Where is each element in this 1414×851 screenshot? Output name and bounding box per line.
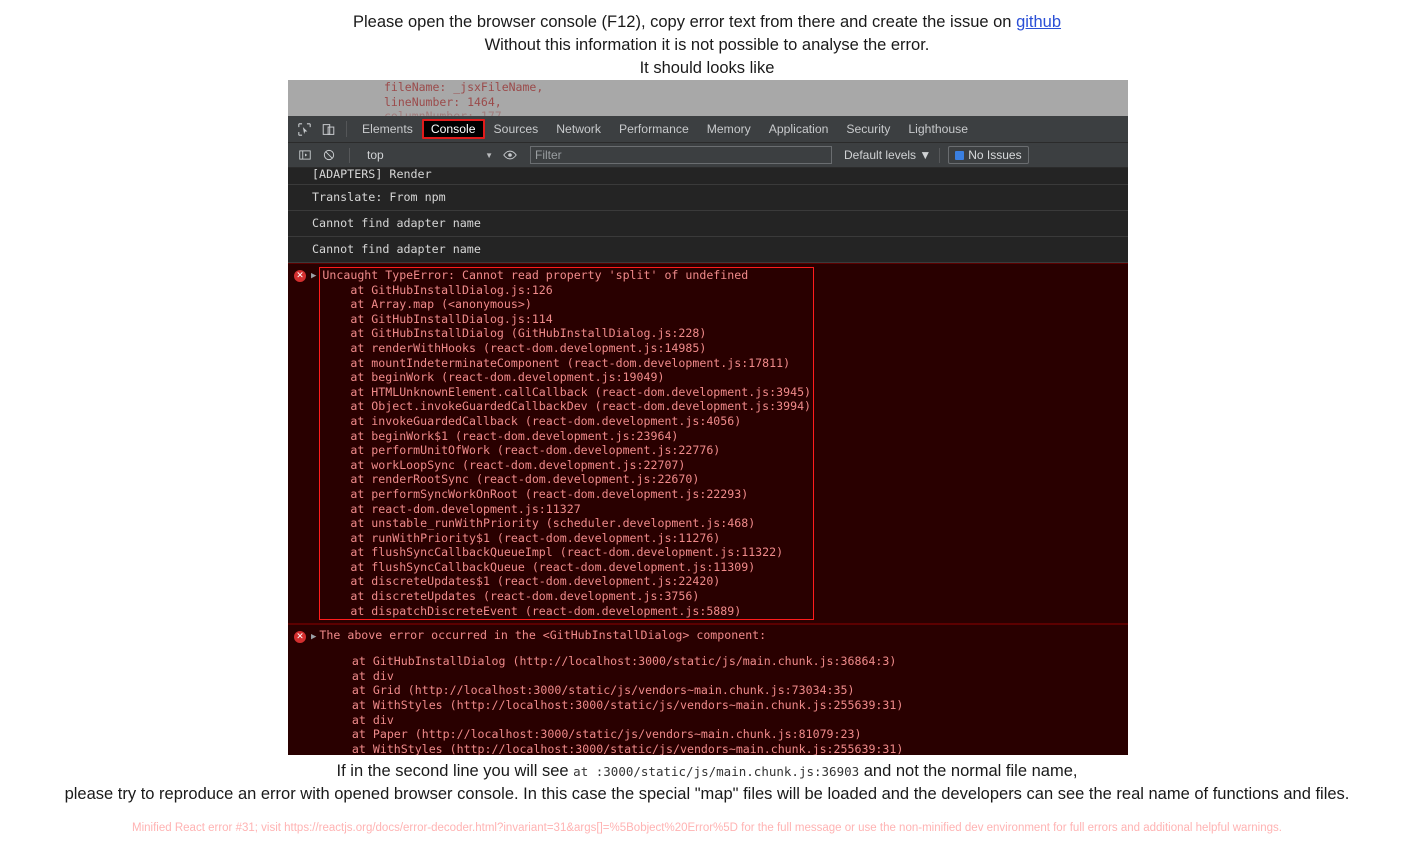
console-error-group[interactable]: ✕ ▶ Uncaught TypeError: Cannot read prop…: [288, 263, 1128, 625]
device-toolbar-icon[interactable]: [316, 118, 340, 140]
error-stack-line: at Array.map (<anonymous>): [322, 297, 532, 312]
code-line-1: fileName: _jsxFileName,: [384, 80, 544, 94]
error-stack-line[interactable]: at GitHubInstallDialog.js:114: [322, 312, 811, 327]
error-stack-line[interactable]: at react-dom.development.js:11327: [322, 502, 811, 517]
error-stack-line[interactable]: at invokeGuardedCallback (react-dom.deve…: [322, 414, 811, 429]
filter-input[interactable]: [530, 146, 832, 164]
chevron-down-icon: ▼: [485, 150, 493, 160]
tab-sources[interactable]: Sources: [485, 119, 548, 139]
tab-application[interactable]: Application: [760, 119, 838, 139]
error-stack-line[interactable]: at runWithPriority$1 (react-dom.developm…: [322, 531, 811, 546]
error-stack-line[interactable]: at Grid (http://localhost:3000/static/js…: [324, 683, 1128, 698]
tab-memory[interactable]: Memory: [698, 119, 760, 139]
error-stack: at GitHubInstallDialog (http://localhost…: [288, 646, 1128, 755]
issues-icon: [955, 150, 965, 160]
error-stack-line[interactable]: at WithStyles (http://localhost:3000/sta…: [324, 742, 1128, 755]
error-icon: ✕: [294, 270, 306, 282]
intro-line-1-text: Please open the browser console (F12), c…: [352, 13, 1017, 31]
console-filter-bar: top ▼ Default levels ▼ No Issues: [288, 143, 1128, 168]
error-stack-line[interactable]: at workLoopSync (react-dom.development.j…: [322, 458, 811, 473]
error-stack-line[interactable]: at GitHubInstallDialog (http://localhost…: [324, 654, 1128, 669]
outro-line-2: please try to reproduce an error with op…: [64, 785, 1350, 803]
outro-text: If in the second line you will see at :3…: [0, 760, 1414, 806]
error-stack-line[interactable]: at beginWork$1 (react-dom.development.js…: [322, 429, 811, 444]
error-stack-line[interactable]: at performSyncWorkOnRoot (react-dom.deve…: [322, 487, 811, 502]
outro-line-1-prefix: If in the second line you will see: [336, 762, 574, 780]
outro-line-1-code: at :3000/static/js/main.chunk.js:36903: [573, 764, 860, 779]
execution-context-value: top: [367, 148, 384, 162]
disclosure-triangle-icon[interactable]: ▶: [311, 267, 316, 285]
error-stack-line[interactable]: at unstable_runWithPriority (scheduler.d…: [322, 516, 811, 531]
tab-security[interactable]: Security: [837, 119, 899, 139]
error-stack-line[interactable]: at discreteUpdates (react-dom.developmen…: [322, 589, 811, 604]
github-link[interactable]: github: [1016, 13, 1061, 31]
issues-badge[interactable]: No Issues: [948, 146, 1029, 164]
outro-line-1: If in the second line you will see at :3…: [0, 760, 1414, 783]
intro-line-3: It should looks like: [639, 59, 775, 77]
tab-performance[interactable]: Performance: [610, 119, 698, 139]
error-stack-line[interactable]: at flushSyncCallbackQueue (react-dom.dev…: [322, 560, 811, 575]
filterbar-divider-1: [349, 147, 350, 163]
console-sidebar-toggle-icon[interactable]: [293, 144, 317, 166]
error-stack-line[interactable]: at HTMLUnknownElement.callCallback (reac…: [322, 385, 811, 400]
error-title: Uncaught TypeError: Cannot read property…: [322, 268, 749, 282]
error-stack-line[interactable]: at mountIndeterminateComponent (react-do…: [322, 356, 811, 371]
error-stack-line[interactable]: at WithStyles (http://localhost:3000/sta…: [324, 698, 1128, 713]
toolbar-divider: [346, 121, 347, 137]
error-stack-line[interactable]: at dispatchDiscreteEvent (react-dom.deve…: [322, 604, 811, 619]
error-stack-line[interactable]: at Object.invokeGuardedCallbackDev (reac…: [322, 399, 811, 414]
code-line-2: lineNumber: 1464,: [384, 94, 502, 109]
console-message[interactable]: Cannot find adapter name: [288, 237, 1128, 263]
outro-line-1-suffix: and not the normal file name,: [859, 762, 1078, 780]
filterbar-divider-2: [939, 147, 941, 163]
error-stack-line[interactable]: at performUnitOfWork (react-dom.developm…: [322, 443, 811, 458]
tab-elements[interactable]: Elements: [353, 119, 422, 139]
eye-icon[interactable]: [498, 144, 522, 166]
page-root: Please open the browser console (F12), c…: [0, 0, 1414, 851]
console-error-group[interactable]: ✕ ▶ The above error occurred in the <Git…: [288, 624, 1128, 755]
tab-lighthouse[interactable]: Lighthouse: [899, 119, 977, 139]
error-title: The above error occurred in the <GitHubI…: [319, 628, 767, 643]
devtools-tabbar: Elements Console Sources Network Perform…: [288, 116, 1128, 143]
error-stack-line[interactable]: at GitHubInstallDialog (GitHubInstallDia…: [322, 326, 811, 341]
issues-label: No Issues: [968, 148, 1022, 162]
clear-console-icon[interactable]: [317, 144, 341, 166]
error-highlight-box: Uncaught TypeError: Cannot read property…: [319, 267, 815, 621]
inspect-element-icon[interactable]: [292, 118, 316, 140]
code-line-3: columnNumber: 177: [384, 109, 1128, 116]
devtools-panel: fileName: _jsxFileName, lineNumber: 1464…: [288, 80, 1128, 755]
error-stack-line[interactable]: at discreteUpdates$1 (react-dom.developm…: [322, 574, 811, 589]
intro-line-1: Please open the browser console (F12), c…: [0, 11, 1414, 34]
error-stack-line: at div: [324, 668, 394, 683]
tab-network[interactable]: Network: [547, 119, 610, 139]
console-message[interactable]: Cannot find adapter name: [288, 211, 1128, 237]
execution-context-select[interactable]: top ▼: [362, 146, 498, 165]
react-warning-text: Minified React error #31; visit https://…: [132, 822, 1282, 834]
error-stack-line: at div: [324, 712, 394, 727]
error-stack-line[interactable]: at renderWithHooks (react-dom.developmen…: [322, 341, 811, 356]
error-icon: ✕: [294, 631, 306, 644]
disclosure-triangle-icon[interactable]: ▶: [311, 628, 316, 646]
code-snippet-strip: fileName: _jsxFileName, lineNumber: 1464…: [288, 80, 1128, 116]
tab-console[interactable]: Console: [421, 119, 485, 139]
console-message[interactable]: [ADAPTERS] Render: [288, 168, 1128, 185]
error-stack-line[interactable]: at flushSyncCallbackQueueImpl (react-dom…: [322, 545, 811, 560]
error-stack-line[interactable]: at Paper (http://localhost:3000/static/j…: [324, 727, 1128, 742]
console-message[interactable]: Translate: From npm: [288, 185, 1128, 211]
console-message-list: [ADAPTERS] Render Translate: From npm Ca…: [288, 168, 1128, 755]
log-levels-dropdown[interactable]: Default levels ▼: [844, 148, 931, 162]
intro-text: Please open the browser console (F12), c…: [0, 0, 1414, 80]
error-stack-line[interactable]: at GitHubInstallDialog.js:126: [322, 283, 811, 298]
error-stack-line[interactable]: at renderRootSync (react-dom.development…: [322, 472, 811, 487]
error-stack-line[interactable]: at beginWork (react-dom.development.js:1…: [322, 370, 811, 385]
intro-line-2: Without this information it is not possi…: [484, 36, 930, 54]
